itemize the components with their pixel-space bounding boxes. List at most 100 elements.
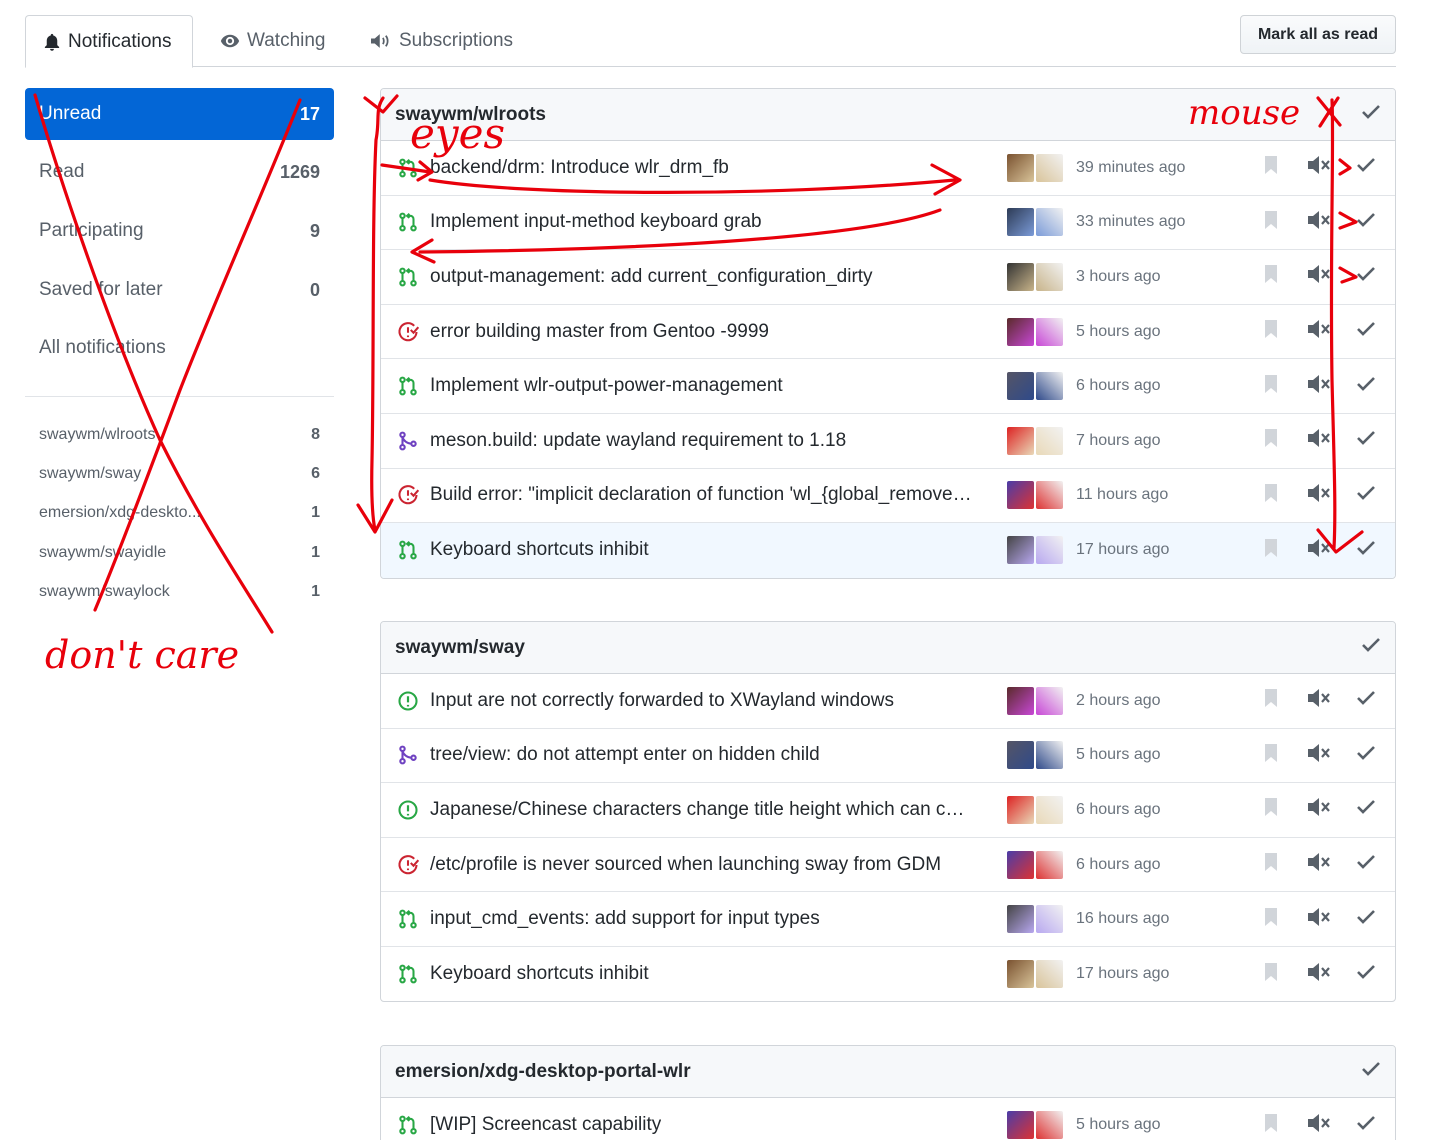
avatar[interactable] (1007, 1111, 1034, 1140)
group-title[interactable]: swaywm/sway (395, 637, 525, 659)
mark-read-check-icon[interactable] (1356, 908, 1376, 931)
mute-icon[interactable] (1306, 851, 1332, 878)
sidebar-repo-item[interactable]: emersion/xdg-deskto... 1 (25, 498, 334, 528)
bookmark-icon[interactable] (1264, 155, 1278, 180)
mute-icon[interactable] (1306, 742, 1332, 769)
mark-read-check-icon[interactable] (1356, 539, 1376, 562)
notification-title[interactable]: Keyboard shortcuts inhibit (430, 963, 649, 985)
notification-title[interactable]: Keyboard shortcuts inhibit (430, 539, 649, 561)
bookmark-icon[interactable] (1264, 319, 1278, 344)
bookmark-icon[interactable] (1264, 374, 1278, 399)
bookmark-icon[interactable] (1264, 428, 1278, 453)
sidebar-item-unread[interactable]: Unread 17 (25, 88, 334, 140)
avatar[interactable] (1036, 481, 1063, 510)
sidebar-repo-item[interactable]: swaywm/wlroots 8 (25, 420, 334, 450)
avatar[interactable] (1036, 262, 1063, 291)
mute-icon[interactable] (1306, 537, 1332, 564)
avatar[interactable] (1007, 536, 1034, 565)
mark-read-check-icon[interactable] (1356, 798, 1376, 821)
sidebar-repo-item[interactable]: swaywm/swayidle 1 (25, 538, 334, 568)
bookmark-icon[interactable] (1264, 1113, 1278, 1138)
mark-read-check-icon[interactable] (1356, 689, 1376, 712)
bookmark-icon[interactable] (1264, 538, 1278, 563)
avatar[interactable] (1036, 960, 1063, 989)
notification-title[interactable]: meson.build: update wayland requirement … (430, 430, 846, 452)
avatar[interactable] (1036, 795, 1063, 824)
mute-icon[interactable] (1306, 687, 1332, 714)
mute-icon[interactable] (1306, 961, 1332, 988)
mark-all-as-read-button[interactable]: Mark all as read (1240, 15, 1396, 54)
avatar[interactable] (1036, 536, 1063, 565)
mute-icon[interactable] (1306, 154, 1332, 181)
notification-title[interactable]: tree/view: do not attempt enter on hidde… (430, 744, 820, 766)
avatar[interactable] (1007, 960, 1034, 989)
avatar[interactable] (1007, 795, 1034, 824)
avatar[interactable] (1007, 262, 1034, 291)
check-icon[interactable] (1361, 103, 1381, 126)
mark-read-check-icon[interactable] (1356, 484, 1376, 507)
mute-icon[interactable] (1306, 318, 1332, 345)
check-icon[interactable] (1361, 636, 1381, 659)
notification-title[interactable]: Implement wlr-output-power-management (430, 375, 783, 397)
group-title[interactable]: emersion/xdg-desktop-portal-wlr (395, 1061, 691, 1083)
notification-row[interactable]: error building master from Gentoo -9999 5… (381, 305, 1395, 360)
avatar[interactable] (1007, 905, 1034, 934)
bookmark-icon[interactable] (1264, 264, 1278, 289)
avatar[interactable] (1036, 686, 1063, 715)
tab-watching[interactable]: Watching (203, 15, 342, 67)
notification-title[interactable]: input_cmd_events: add support for input … (430, 908, 820, 930)
mark-read-check-icon[interactable] (1356, 744, 1376, 767)
notification-row[interactable]: Keyboard shortcuts inhibit 17 hours ago (381, 947, 1395, 1001)
mark-read-check-icon[interactable] (1356, 429, 1376, 452)
avatar[interactable] (1036, 153, 1063, 182)
notification-row[interactable]: tree/view: do not attempt enter on hidde… (381, 729, 1395, 784)
avatar[interactable] (1007, 850, 1034, 879)
bookmark-icon[interactable] (1264, 962, 1278, 987)
mark-read-check-icon[interactable] (1356, 963, 1376, 986)
mute-icon[interactable] (1306, 906, 1332, 933)
tab-subscriptions[interactable]: Subscriptions (353, 15, 529, 67)
avatar[interactable] (1007, 208, 1034, 237)
avatar[interactable] (1007, 317, 1034, 346)
mark-read-check-icon[interactable] (1356, 265, 1376, 288)
notification-title[interactable]: error building master from Gentoo -9999 (430, 321, 769, 343)
notification-title[interactable]: backend/drm: Introduce wlr_drm_fb (430, 157, 729, 179)
mute-icon[interactable] (1306, 796, 1332, 823)
notification-row[interactable]: Japanese/Chinese characters change title… (381, 783, 1395, 838)
sidebar-item-read[interactable]: Read 1269 (25, 146, 334, 198)
sidebar-item-participating[interactable]: Participating 9 (25, 205, 334, 257)
group-title[interactable]: swaywm/wlroots (395, 104, 546, 126)
notification-title[interactable]: Input are not correctly forwarded to XWa… (430, 690, 894, 712)
notification-row[interactable]: input_cmd_events: add support for input … (381, 892, 1395, 947)
notification-title[interactable]: Build error: "implicit declaration of fu… (430, 484, 972, 506)
avatar[interactable] (1036, 317, 1063, 346)
notification-title[interactable]: Japanese/Chinese characters change title… (430, 799, 964, 821)
mark-read-check-icon[interactable] (1356, 853, 1376, 876)
bookmark-icon[interactable] (1264, 797, 1278, 822)
avatar[interactable] (1007, 372, 1034, 401)
notification-row[interactable]: Keyboard shortcuts inhibit 17 hours ago (381, 523, 1395, 578)
avatar[interactable] (1036, 426, 1063, 455)
avatar[interactable] (1036, 1111, 1063, 1140)
sidebar-item-saved-for-later[interactable]: Saved for later 0 (25, 264, 334, 316)
avatar[interactable] (1036, 208, 1063, 237)
notification-title[interactable]: /etc/profile is never sourced when launc… (430, 854, 941, 876)
mark-read-check-icon[interactable] (1356, 320, 1376, 343)
mark-read-check-icon[interactable] (1356, 1114, 1376, 1137)
notification-row[interactable]: [WIP] Screencast capability 5 hours ago (381, 1098, 1395, 1140)
notification-row[interactable]: output-management: add current_configura… (381, 250, 1395, 305)
avatar[interactable] (1036, 372, 1063, 401)
avatar[interactable] (1007, 741, 1034, 770)
mute-icon[interactable] (1306, 373, 1332, 400)
sidebar-item-all-notifications[interactable]: All notifications (25, 322, 334, 374)
bookmark-icon[interactable] (1264, 688, 1278, 713)
notification-row[interactable]: meson.build: update wayland requirement … (381, 414, 1395, 469)
mute-icon[interactable] (1306, 209, 1332, 236)
avatar[interactable] (1036, 905, 1063, 934)
notification-row[interactable]: Implement wlr-output-power-management 6 h… (381, 359, 1395, 414)
avatar[interactable] (1036, 850, 1063, 879)
sidebar-repo-item[interactable]: swaywm/swaylock 1 (25, 577, 334, 607)
mark-read-check-icon[interactable] (1356, 211, 1376, 234)
check-icon[interactable] (1361, 1060, 1381, 1083)
avatar[interactable] (1007, 153, 1034, 182)
